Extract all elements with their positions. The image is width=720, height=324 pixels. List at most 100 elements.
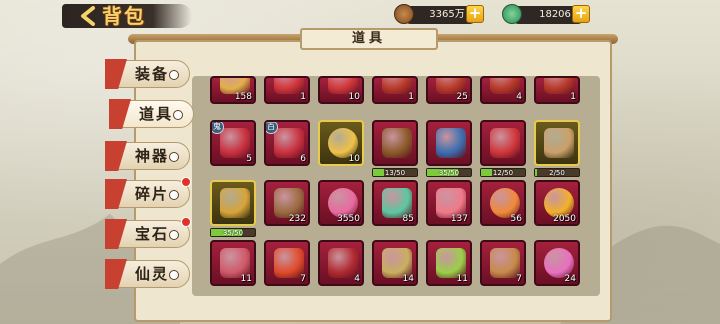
page-title: 背包 xyxy=(102,4,146,28)
item-slot-feather[interactable]: 137 xyxy=(426,180,472,226)
item-count: 85 xyxy=(402,214,414,224)
food-box-icon xyxy=(544,128,574,158)
item-progress-bar: 35/50 xyxy=(426,168,472,177)
item-progress-bar: 2/50 xyxy=(534,168,580,177)
tab-label: 神器 xyxy=(135,147,170,165)
item-progress-bar: 13/50 xyxy=(372,168,418,177)
item-slot-tea-bowl[interactable]: 85 xyxy=(372,180,418,226)
item-count: 7 xyxy=(516,274,522,284)
jade-icon xyxy=(502,4,522,24)
tab-1[interactable]: 道具 xyxy=(109,99,194,129)
item-count: 11 xyxy=(456,274,468,284)
coins-amount: 3365万 xyxy=(429,9,465,20)
item-count: 25 xyxy=(456,92,468,102)
item-slot-star-medal[interactable]: 14 xyxy=(372,240,418,286)
item-progress-bar: 35/50 xyxy=(210,228,256,237)
item-count: 4 xyxy=(354,274,360,284)
item-count: 3550 xyxy=(337,214,360,224)
tab-ribbon-icon xyxy=(105,219,127,249)
item-slot-gift-chest[interactable]: 10 xyxy=(318,76,364,104)
item-slot-bento[interactable]: 7 xyxy=(480,240,526,286)
notification-badge xyxy=(181,217,191,227)
tab-ribbon-icon xyxy=(105,141,127,171)
tab-ribbon-icon xyxy=(109,99,131,129)
item-slot-treasure-chest[interactable] xyxy=(426,120,472,166)
item-count: 4 xyxy=(516,92,522,102)
item-count: 1 xyxy=(408,92,414,102)
item-count: 158 xyxy=(234,92,252,102)
item-slot-green-dumplings[interactable]: 11 xyxy=(426,240,472,286)
item-slot-red-package[interactable]: 6百 xyxy=(264,120,310,166)
item-slot-dragon[interactable]: 7 xyxy=(264,240,310,286)
item-progress-bar: 12/50 xyxy=(480,168,526,177)
gift-chest-icon xyxy=(490,128,520,158)
panel-title: 道具 xyxy=(300,28,438,50)
jade-amount: 18206 xyxy=(539,9,571,20)
item-slot-food-box[interactable] xyxy=(534,120,580,166)
treasure-chest-icon xyxy=(436,128,466,158)
item-count: 232 xyxy=(288,214,306,224)
item-count: 137 xyxy=(450,214,468,224)
item-slot-treasure-box[interactable] xyxy=(210,180,256,226)
item-slot-elixir[interactable]: 11 xyxy=(210,240,256,286)
back-button[interactable] xyxy=(76,4,100,28)
item-slot-chest[interactable]: 25 xyxy=(426,76,472,104)
item-slot-pink-gem[interactable]: 3550 xyxy=(318,180,364,226)
item-count: 14 xyxy=(402,274,414,284)
tab-ribbon-icon xyxy=(105,259,127,289)
item-slot-golden-egg[interactable]: 10 xyxy=(318,120,364,166)
item-slot-heart-orb[interactable]: 24 xyxy=(534,240,580,286)
item-slot-swirl-candy[interactable]: 56 xyxy=(480,180,526,226)
tab-5[interactable]: 仙灵 xyxy=(105,259,190,289)
tab-bead-icon xyxy=(173,110,183,120)
tab-0[interactable]: 装备 xyxy=(105,59,190,89)
tab-bead-icon xyxy=(169,70,179,80)
tab-ribbon-icon xyxy=(105,59,127,89)
tab-label: 仙灵 xyxy=(135,265,170,283)
item-count: 6 xyxy=(300,154,306,164)
item-count: 10 xyxy=(348,154,360,164)
item-count: 5 xyxy=(246,154,252,164)
item-count: 11 xyxy=(240,274,252,284)
treasure-box-icon xyxy=(220,188,250,218)
tab-bead-icon xyxy=(169,190,179,200)
item-count: 56 xyxy=(510,214,522,224)
item-slot-gift-chest[interactable]: 1 xyxy=(264,76,310,104)
item-slot-chest[interactable]: 4 xyxy=(480,76,526,104)
tab-ribbon-icon xyxy=(105,179,127,209)
tab-bead-icon xyxy=(169,230,179,240)
back-arrow-icon xyxy=(81,6,95,26)
item-slot-red-package[interactable]: 5鬼 xyxy=(210,120,256,166)
tab-label: 道具 xyxy=(139,105,174,123)
item-slot-red-envelope[interactable]: 4 xyxy=(318,240,364,286)
coin-icon xyxy=(394,4,414,24)
tab-bead-icon xyxy=(169,270,179,280)
item-tag-badge: 百 xyxy=(266,122,278,134)
item-count: 10 xyxy=(348,92,360,102)
item-tag-badge: 鬼 xyxy=(212,122,224,134)
item-slot-gold-coin[interactable]: 2050 xyxy=(534,180,580,226)
item-slot-lantern[interactable]: 158 xyxy=(210,76,256,104)
progress-text: 2/50 xyxy=(549,169,565,177)
tab-3[interactable]: 碎片 xyxy=(105,177,191,209)
tab-2[interactable]: 神器 xyxy=(105,141,190,171)
item-count: 1 xyxy=(570,92,576,102)
item-slot-horn[interactable]: 232 xyxy=(264,180,310,226)
progress-text: 35/50 xyxy=(222,229,244,237)
mystery-chest-icon xyxy=(382,128,412,158)
item-count: 2050 xyxy=(553,214,576,224)
item-slot-chest[interactable]: 1 xyxy=(372,76,418,104)
tab-label: 装备 xyxy=(135,65,170,83)
item-slot-chest[interactable]: 1 xyxy=(534,76,580,104)
progress-text: 12/50 xyxy=(492,169,514,177)
progress-text: 35/50 xyxy=(438,169,460,177)
add-coins-button[interactable]: + xyxy=(466,5,484,23)
item-count: 1 xyxy=(300,92,306,102)
notification-badge xyxy=(181,177,191,187)
tab-bead-icon xyxy=(169,152,179,162)
item-slot-gift-chest[interactable] xyxy=(480,120,526,166)
add-jade-button[interactable]: + xyxy=(572,5,590,23)
progress-text: 13/50 xyxy=(384,169,406,177)
item-slot-mystery-chest[interactable] xyxy=(372,120,418,166)
tab-4[interactable]: 宝石 xyxy=(105,217,191,249)
